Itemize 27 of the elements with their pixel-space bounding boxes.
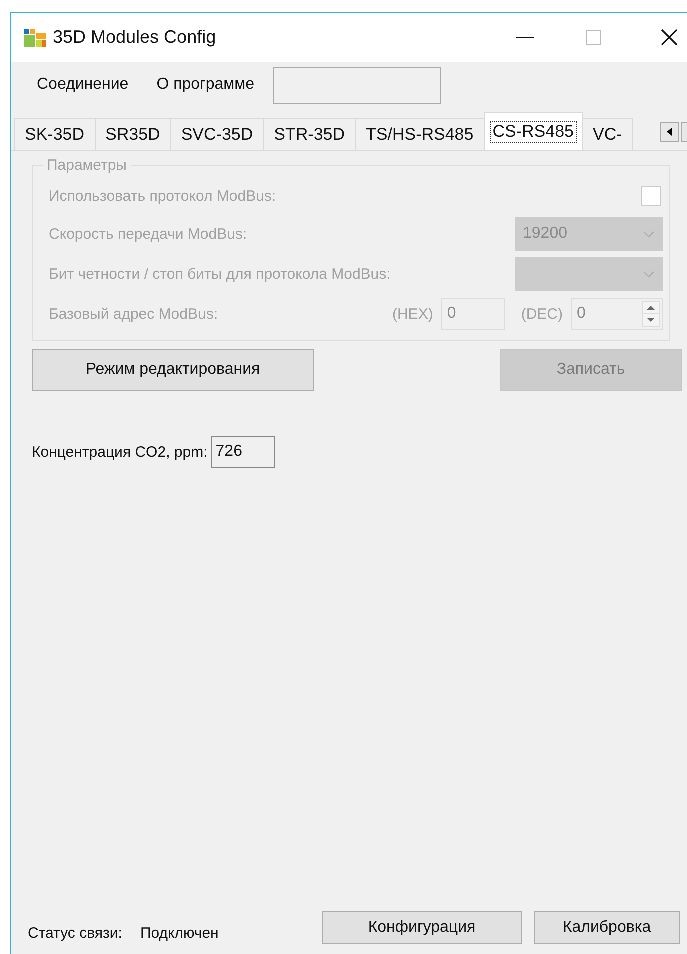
group-title: Параметры (43, 157, 131, 174)
menu-item[interactable]: Соединение (37, 76, 129, 94)
tab[interactable]: VC- (582, 118, 634, 150)
status-value: Подключен (140, 925, 219, 942)
left-arrow-icon (667, 128, 672, 136)
window-title: 35D Modules Config (53, 27, 216, 48)
chevron-down-icon (643, 270, 655, 278)
bottom-button[interactable]: Калибровка (534, 911, 680, 944)
field-label: Скорость передачи ModBus: (49, 226, 248, 242)
hex-label: (HEX) (392, 306, 434, 322)
close-icon[interactable] (661, 29, 678, 46)
field-label: Базовый адрес ModBus: (49, 306, 220, 322)
app-logo-icon (24, 28, 46, 46)
scroll-left-button[interactable] (660, 122, 679, 142)
tab[interactable]: CS-RS485 (484, 112, 583, 150)
field-label: Использовать протокол ModBus: (49, 188, 278, 204)
tab[interactable]: SK-35D (14, 118, 96, 150)
minimize-icon[interactable] (516, 36, 534, 38)
co2-value-field[interactable]: 726 (210, 436, 275, 468)
chevron-down-icon (643, 230, 655, 238)
co2-label: Концентрация CO2, ppm: (32, 444, 208, 460)
bottom-button[interactable]: Конфигурация (322, 911, 522, 944)
dec-label: (DEC) (521, 306, 563, 322)
field-label: Бит четности / стоп биты для протокола ModBus: (49, 266, 392, 282)
status-label: Статус связи: (28, 925, 122, 942)
action-button[interactable]: Режим редактирования (32, 349, 314, 391)
menu-item[interactable]: О программе (156, 76, 255, 94)
